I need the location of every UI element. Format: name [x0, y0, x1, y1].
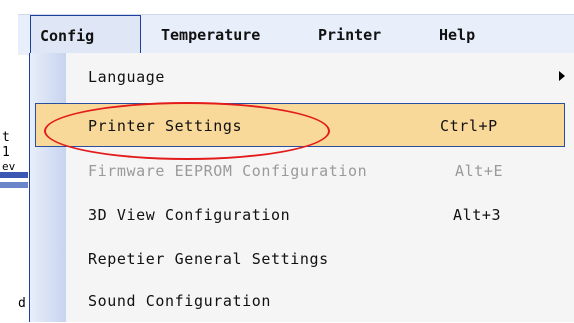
menu-item-label: Sound Configuration: [88, 292, 271, 310]
menu-item-firmware-eeprom: Firmware EEPROM Configuration Alt+E: [35, 149, 565, 193]
menu-item-label: Language: [88, 68, 166, 86]
menu-temperature[interactable]: Temperature: [161, 15, 260, 55]
menu-item-shortcut: Alt+3: [453, 206, 502, 224]
menu-help[interactable]: Help: [439, 15, 475, 55]
menu-item-printer-settings[interactable]: Printer Settings Ctrl+P: [35, 103, 565, 147]
menu-config[interactable]: Config: [30, 15, 141, 55]
background-window-band: [0, 182, 28, 188]
menu-item-shortcut: Alt+E: [455, 162, 504, 180]
menu-item-label: 3D View Configuration: [88, 206, 291, 224]
menu-item-sound-configuration[interactable]: Sound Configuration: [35, 279, 565, 323]
menu-bar: Config Temperature Printer Help: [18, 14, 574, 55]
background-text-fragment: t: [2, 130, 10, 145]
menu-item-shortcut: Ctrl+P: [440, 117, 498, 135]
menu-item-label: Repetier General Settings: [88, 250, 329, 268]
menu-item-repetier-general-settings[interactable]: Repetier General Settings: [35, 237, 565, 281]
config-dropdown-menu: Language Printer Settings Ctrl+P Firmwar…: [29, 53, 574, 322]
background-text-fragment: 1: [2, 145, 10, 160]
menu-printer[interactable]: Printer: [318, 15, 381, 55]
background-text-fragment: ev: [2, 160, 16, 173]
submenu-arrow-icon: [559, 71, 565, 81]
menu-item-label: Firmware EEPROM Configuration: [88, 162, 368, 180]
menu-item-language[interactable]: Language: [35, 55, 565, 99]
menu-item-3d-view-configuration[interactable]: 3D View Configuration Alt+3: [35, 193, 565, 237]
background-text-fragment: d: [18, 296, 26, 311]
menu-item-label: Printer Settings: [88, 117, 243, 135]
